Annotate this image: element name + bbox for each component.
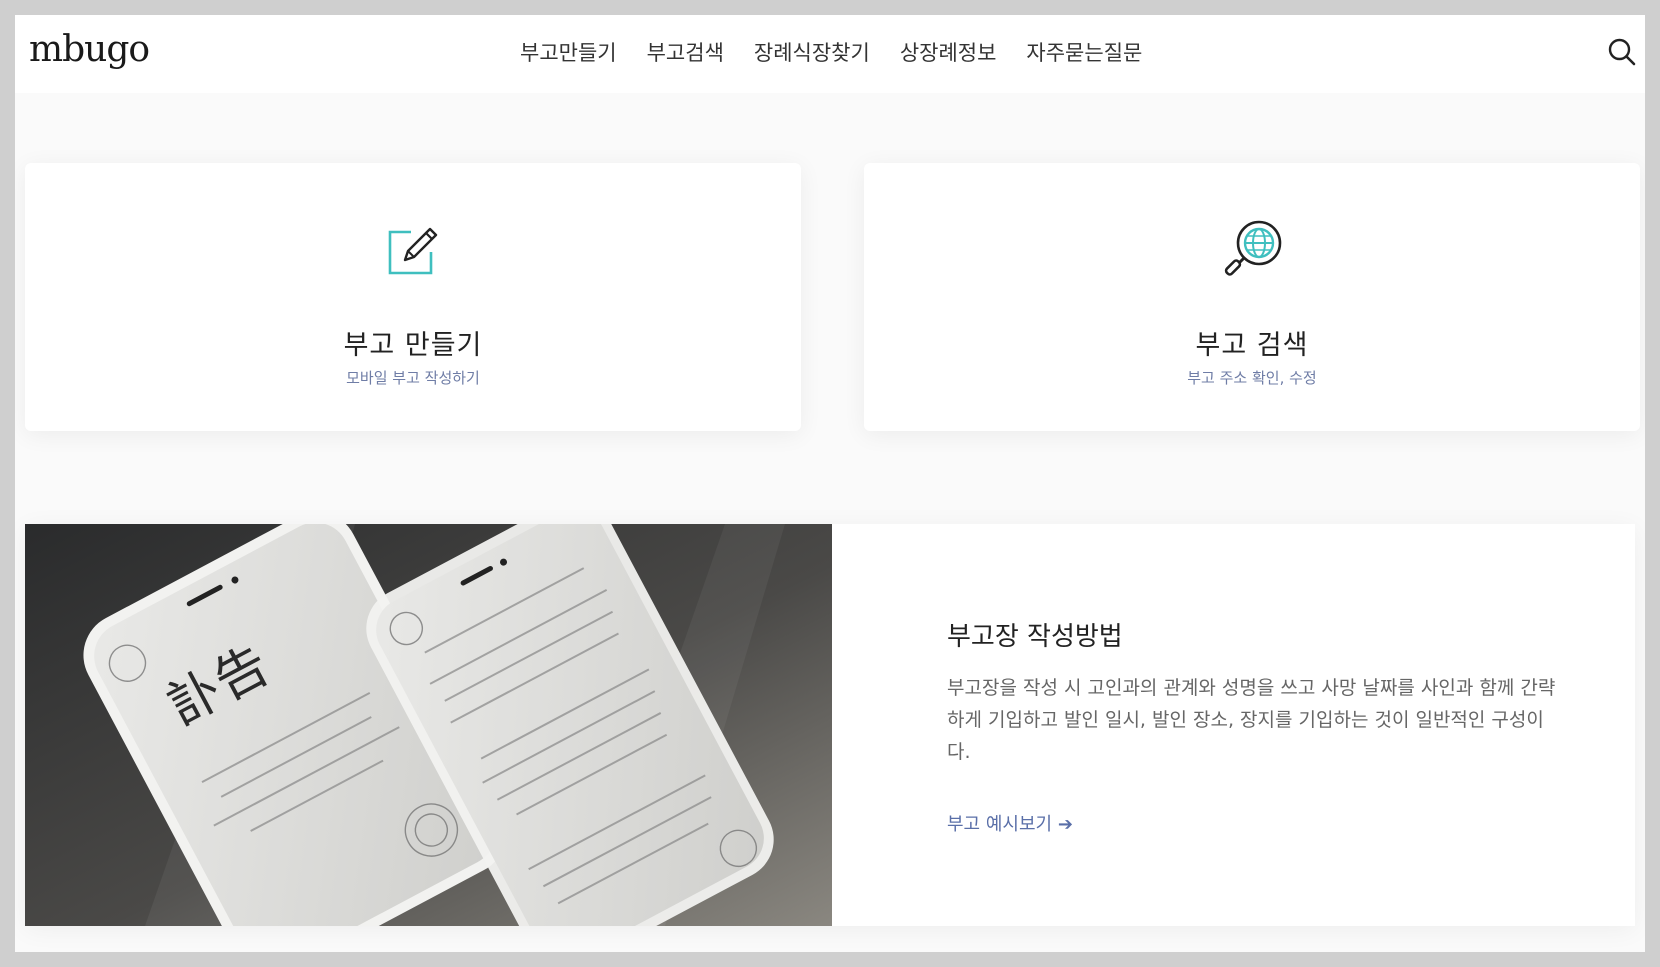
view-example-label: 부고 예시보기 [947,814,1053,835]
view-example-link[interactable]: 부고 예시보기 ➔ [947,810,1073,836]
search-icon [1608,38,1636,66]
card-title: 부고 검색 [1195,330,1309,361]
card-title: 부고 만들기 [343,330,483,361]
phones-photo: 訃告 [25,524,832,926]
nav-item-search-obituary[interactable]: 부고검색 [647,37,724,67]
nav-item-funeral-info[interactable]: 상장례정보 [900,37,997,67]
page-frame: mbugo 부고만들기 부고검색 장례식장찾기 상장례정보 자주묻는질문 부고 … [15,15,1645,952]
card-subtitle: 부고 주소 확인, 수정 [1187,369,1317,387]
feature-section: 訃告 부고장 작성방법 부고장을 작성 시 고인과의 관계와 성명을 쓰고 사망… [25,524,1635,926]
site-logo[interactable]: mbugo [29,29,150,70]
feature-description: 부고장을 작성 시 고인과의 관계와 성명을 쓰고 사망 날짜를 사인과 함께 … [947,677,1556,763]
search-button[interactable] [1607,37,1637,67]
nav-item-faq[interactable]: 자주묻는질문 [1026,37,1142,67]
nav-item-create-obituary[interactable]: 부고만들기 [520,37,617,67]
site-header: mbugo 부고만들기 부고검색 장례식장찾기 상장례정보 자주묻는질문 [15,15,1645,93]
main-nav: 부고만들기 부고검색 장례식장찾기 상장례정보 자주묻는질문 [520,37,1142,67]
card-search-obituary[interactable]: 부고 검색 부고 주소 확인, 수정 [864,163,1640,431]
card-subtitle: 모바일 부고 작성하기 [346,369,480,387]
globe-search-icon [1220,218,1284,282]
edit-icon [381,218,445,282]
nav-item-find-funeral-hall[interactable]: 장례식장찾기 [754,37,870,67]
feature-title: 부고장 작성방법 [947,622,1123,652]
feature-text: 부고장 작성방법 부고장을 작성 시 고인과의 관계와 성명을 쓰고 사망 날짜… [947,524,1567,926]
card-create-obituary[interactable]: 부고 만들기 모바일 부고 작성하기 [25,163,801,431]
arrow-right-icon: ➔ [1057,814,1073,835]
